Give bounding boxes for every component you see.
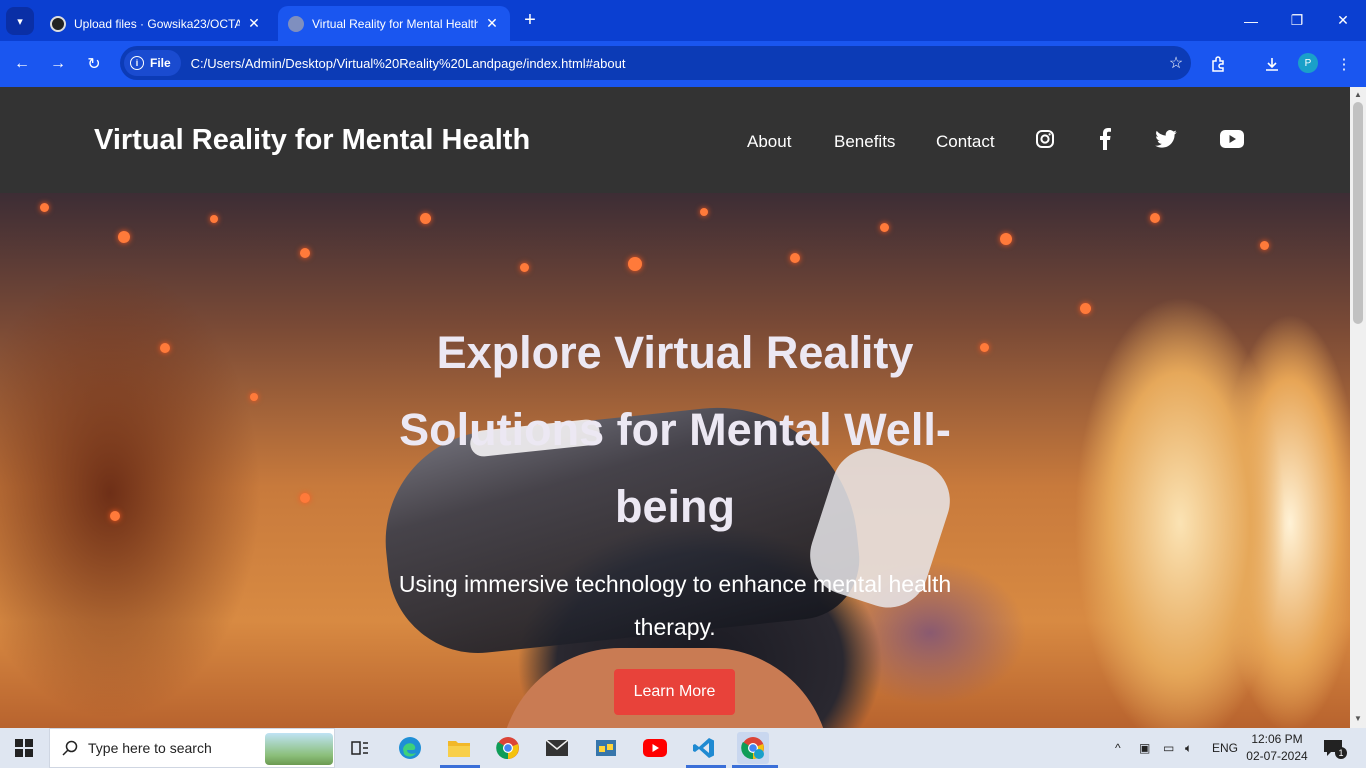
globe-icon [288, 15, 304, 32]
back-button[interactable]: ← [8, 50, 36, 78]
tab-virtual-reality[interactable]: Virtual Reality for Mental Health ✕ [278, 6, 510, 41]
hero-title: Explore Virtual Reality Solutions for Me… [399, 327, 951, 532]
language-indicator[interactable]: ENG [1212, 728, 1238, 768]
mail-icon[interactable] [541, 732, 573, 764]
scrollbar-thumb[interactable] [1353, 102, 1363, 324]
site-info-chip[interactable]: i File [124, 50, 181, 76]
search-icon [62, 740, 78, 756]
page-scrollbar[interactable]: ▲ ▼ [1350, 87, 1366, 728]
learn-more-button[interactable]: Learn More [614, 669, 735, 715]
tab-upload-files[interactable]: Upload files · Gowsika23/OCTANET ✕ [40, 6, 272, 41]
background-sparkle [1150, 213, 1160, 223]
nav-link-about[interactable]: About [747, 132, 791, 152]
restore-button[interactable]: ❐ [1274, 0, 1320, 41]
nav-link-contact[interactable]: Contact [936, 132, 995, 152]
background-sparkle [110, 511, 120, 521]
bookmark-star-icon[interactable]: ☆ [1161, 53, 1191, 73]
background-sparkle [1260, 241, 1269, 250]
tab-title: Upload files · Gowsika23/OCTANET [74, 16, 240, 31]
volume-icon[interactable]: 🔈︎ [1185, 728, 1192, 768]
browser-menu-icon[interactable]: ⋮ [1330, 50, 1358, 78]
notification-count-badge: 1 [1335, 747, 1347, 759]
browser-tab-strip: ▾ Upload files · Gowsika23/OCTANET ✕ Vir… [0, 0, 1366, 41]
background-sparkle [300, 248, 310, 258]
forward-button[interactable]: → [44, 50, 72, 78]
notification-center-icon[interactable]: 1 [1323, 728, 1347, 768]
background-sparkle [880, 223, 889, 232]
background-sparkle [628, 257, 642, 271]
vscode-icon[interactable] [688, 732, 720, 764]
url-text[interactable]: C:/Users/Admin/Desktop/Virtual%20Reality… [191, 56, 1161, 71]
hero-section: Explore Virtual Reality Solutions for Me… [0, 193, 1350, 728]
background-sparkle [210, 215, 218, 223]
background-sparkle [700, 208, 708, 216]
background-sparkle [160, 343, 170, 353]
background-sparkle [520, 263, 529, 272]
new-tab-button[interactable]: + [518, 8, 542, 32]
windows-taskbar: Type here to search ^ ▣ ▭ 🔈︎ ENG 12:06 P… [0, 728, 1366, 768]
background-sparkle [250, 393, 258, 401]
address-bar[interactable]: i File C:/Users/Admin/Desktop/Virtual%20… [120, 46, 1191, 80]
tab-search-button[interactable]: ▾ [6, 7, 34, 35]
background-sparkle [118, 231, 130, 243]
background-sparkle [1000, 233, 1012, 245]
tab-close-icon[interactable]: ✕ [484, 15, 500, 32]
site-header: Virtual Reality for Mental Health About … [0, 87, 1350, 193]
chrome-icon[interactable] [492, 732, 524, 764]
windows-start-button[interactable] [0, 728, 48, 768]
scroll-down-icon[interactable]: ▼ [1353, 714, 1363, 724]
python-icon[interactable] [590, 732, 622, 764]
youtube-app-icon[interactable] [639, 732, 671, 764]
facebook-icon[interactable] [1093, 127, 1117, 151]
reload-button[interactable]: ↻ [80, 50, 108, 78]
task-view-icon[interactable] [344, 732, 376, 764]
scroll-up-icon[interactable]: ▲ [1353, 90, 1363, 100]
taskbar-search-box[interactable]: Type here to search [49, 728, 335, 768]
github-icon [50, 15, 66, 32]
minimize-button[interactable]: — [1228, 0, 1274, 41]
extensions-icon[interactable] [1204, 50, 1232, 78]
file-explorer-icon[interactable] [443, 732, 475, 764]
clock-date: 02-07-2024 [1246, 749, 1308, 763]
background-sparkle [40, 203, 49, 212]
battery-icon[interactable]: ▭ [1163, 728, 1174, 768]
tab-close-icon[interactable]: ✕ [246, 15, 262, 32]
twitter-icon[interactable] [1154, 127, 1178, 151]
windows-logo-icon [15, 739, 33, 757]
background-sparkle [420, 213, 431, 224]
web-page: Virtual Reality for Mental Health About … [0, 87, 1350, 728]
browser-toolbar: ← → ↻ i File C:/Users/Admin/Desktop/Virt… [0, 41, 1366, 87]
tab-title: Virtual Reality for Mental Health [312, 16, 478, 31]
nav-link-benefits[interactable]: Benefits [834, 132, 895, 152]
background-sparkle [980, 343, 989, 352]
profile-avatar[interactable]: P [1298, 53, 1318, 73]
background-sparkle [790, 253, 800, 263]
show-hidden-icons-button[interactable]: ^ [1115, 728, 1121, 768]
youtube-icon[interactable] [1220, 127, 1244, 151]
downloads-icon[interactable] [1258, 50, 1286, 78]
search-highlight-image [265, 733, 333, 765]
site-brand[interactable]: Virtual Reality for Mental Health [94, 124, 530, 157]
search-placeholder: Type here to search [88, 740, 212, 756]
background-sparkle [300, 493, 310, 503]
background-sparkle [1080, 303, 1091, 314]
meet-now-icon[interactable]: ▣ [1139, 728, 1150, 768]
chrome-profile-icon[interactable] [737, 732, 769, 764]
site-info-label: File [150, 56, 171, 70]
info-icon: i [130, 56, 144, 70]
edge-icon[interactable] [394, 732, 426, 764]
taskbar-clock[interactable]: 12:06 PM 02-07-2024 [1244, 731, 1310, 765]
clock-time: 12:06 PM [1251, 732, 1303, 746]
close-window-button[interactable]: ✕ [1320, 0, 1366, 41]
instagram-icon[interactable] [1033, 127, 1057, 151]
hero-subtitle: Using immersive technology to enhance me… [398, 571, 952, 640]
